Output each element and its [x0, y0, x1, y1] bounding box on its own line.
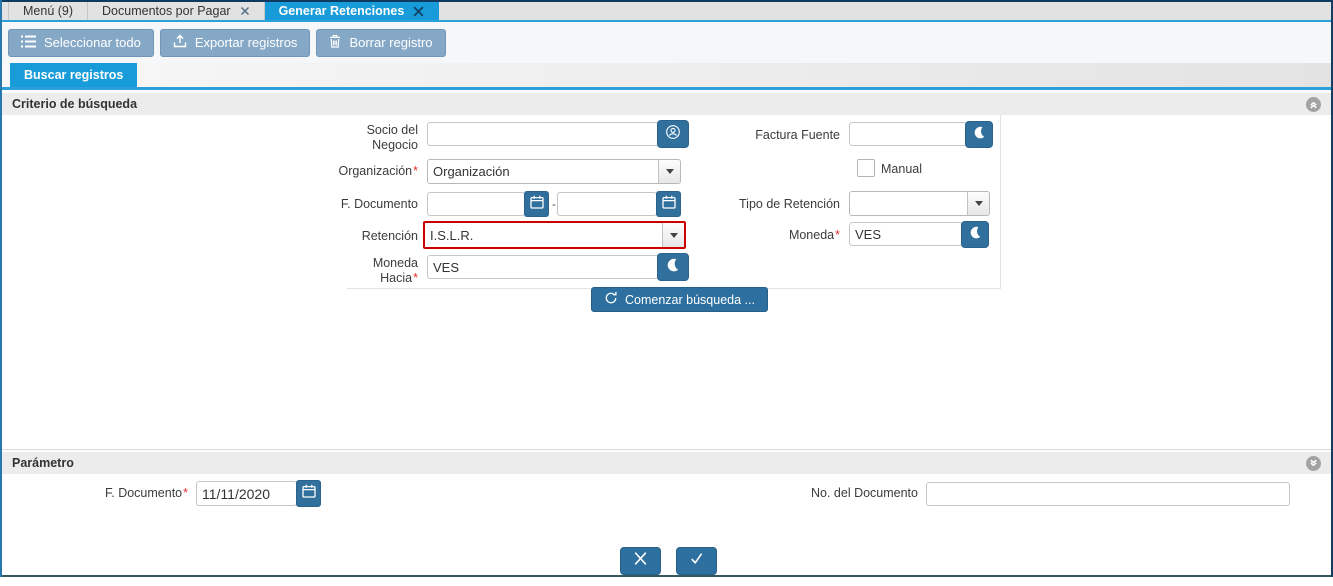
refresh-icon — [604, 291, 618, 308]
business-partner-input[interactable] — [427, 122, 660, 146]
close-icon[interactable] — [240, 6, 250, 16]
doc-date-from-input[interactable] — [427, 192, 525, 216]
parameter-calendar-button[interactable] — [296, 480, 321, 507]
crescent-zoom-icon — [974, 126, 985, 144]
tab-generar-label: Generar Retenciones — [278, 4, 405, 18]
cancel-button[interactable] — [620, 547, 661, 575]
manual-checkbox[interactable] — [857, 159, 875, 177]
parameter-title: Parámetro — [12, 456, 74, 470]
business-partner-lookup-button[interactable] — [657, 120, 689, 148]
date-range-separator: - — [552, 197, 556, 211]
select-all-button[interactable]: Seleccionar todo — [8, 28, 154, 57]
criteria-title: Criterio de búsqueda — [12, 97, 138, 111]
confirm-button[interactable] — [676, 547, 717, 575]
delete-record-label: Borrar registro — [349, 35, 433, 50]
delete-record-button[interactable]: Borrar registro — [316, 28, 446, 57]
parameter-section-header: Parámetro — [2, 452, 1331, 474]
export-records-button[interactable]: Exportar registros — [159, 28, 311, 57]
tab-buscar-registros[interactable]: Buscar registros — [10, 63, 138, 87]
doc-number-label: No. del Documento — [810, 486, 918, 500]
start-search-button[interactable]: Comenzar búsqueda ... — [591, 287, 768, 312]
currency-to-label: Moneda Hacia* — [372, 256, 418, 285]
tab-documentos-label: Documentos por Pagar — [102, 4, 231, 18]
doc-date-to-input[interactable] — [557, 192, 657, 216]
x-icon — [632, 551, 649, 571]
retention-combo[interactable] — [423, 221, 686, 249]
retention-type-combo-input[interactable] — [850, 192, 967, 215]
organization-combo[interactable] — [427, 159, 681, 184]
chevron-down-icon[interactable] — [662, 223, 684, 247]
window-left-border — [0, 0, 2, 577]
trash-icon — [329, 34, 341, 51]
source-invoice-zoom-button[interactable] — [965, 121, 993, 148]
currency-to-input[interactable] — [427, 255, 660, 279]
tab-menu-label: Menú (9) — [23, 4, 74, 18]
currency-to-zoom-button[interactable] — [657, 253, 689, 281]
close-icon[interactable] — [413, 5, 424, 17]
check-icon — [688, 551, 705, 571]
source-invoice-input[interactable] — [849, 122, 967, 146]
export-upload-icon — [173, 34, 187, 51]
select-all-label: Seleccionar todo — [44, 35, 141, 50]
window-tab-bar: Menú (9) Documentos por Pagar Generar Re… — [0, 0, 1333, 22]
currency-zoom-button[interactable] — [961, 221, 989, 248]
doc-date-from-calendar-button[interactable] — [524, 191, 549, 217]
window-bottom-border — [0, 575, 1333, 577]
calendar-icon — [301, 484, 316, 503]
start-search-label: Comenzar búsqueda ... — [625, 292, 755, 307]
crescent-zoom-icon — [667, 258, 679, 277]
business-partner-icon — [665, 124, 681, 145]
chevron-double-up-icon[interactable] — [1306, 96, 1321, 112]
chevron-down-icon[interactable] — [658, 160, 680, 183]
chevron-double-down-icon[interactable] — [1306, 455, 1321, 471]
retention-type-combo[interactable] — [849, 191, 990, 216]
parameter-doc-date-label: F. Documento* — [105, 486, 188, 500]
tab-menu[interactable]: Menú (9) — [8, 2, 89, 20]
buscar-registros-label: Buscar registros — [24, 68, 124, 82]
tab-generar-retenciones[interactable]: Generar Retenciones — [264, 2, 440, 20]
toolbar: Seleccionar todo Exportar registros Borr… — [2, 22, 1331, 63]
currency-label: Moneda* — [788, 228, 840, 242]
crescent-zoom-icon — [970, 226, 981, 244]
calendar-icon — [529, 195, 544, 214]
retention-combo-input[interactable] — [425, 223, 662, 247]
parameter-doc-date-input[interactable] — [196, 481, 297, 506]
source-invoice-label: Factura Fuente — [755, 128, 840, 142]
calendar-icon — [661, 195, 676, 214]
retention-type-label: Tipo de Retención — [739, 197, 840, 211]
doc-number-input[interactable] — [926, 482, 1290, 506]
business-partner-label: Socio del Negocio — [366, 123, 418, 152]
app-window: Menú (9) Documentos por Pagar Generar Re… — [0, 0, 1333, 586]
doc-date-to-calendar-button[interactable] — [656, 191, 681, 217]
organization-label: Organización* — [338, 164, 418, 178]
chevron-down-icon[interactable] — [967, 192, 989, 215]
retention-label: Retención — [361, 229, 418, 243]
subtab-row: Buscar registros — [2, 63, 1331, 90]
doc-date-label: F. Documento — [340, 197, 418, 211]
currency-input[interactable] — [849, 222, 963, 246]
tab-documentos-por-pagar[interactable]: Documentos por Pagar — [88, 2, 265, 20]
export-records-label: Exportar registros — [194, 35, 298, 50]
section-divider — [2, 449, 1331, 450]
criteria-section-header: Criterio de búsqueda — [2, 93, 1331, 115]
manual-label: Manual — [881, 162, 922, 176]
select-all-list-icon — [21, 35, 36, 51]
organization-combo-input[interactable] — [428, 160, 658, 183]
